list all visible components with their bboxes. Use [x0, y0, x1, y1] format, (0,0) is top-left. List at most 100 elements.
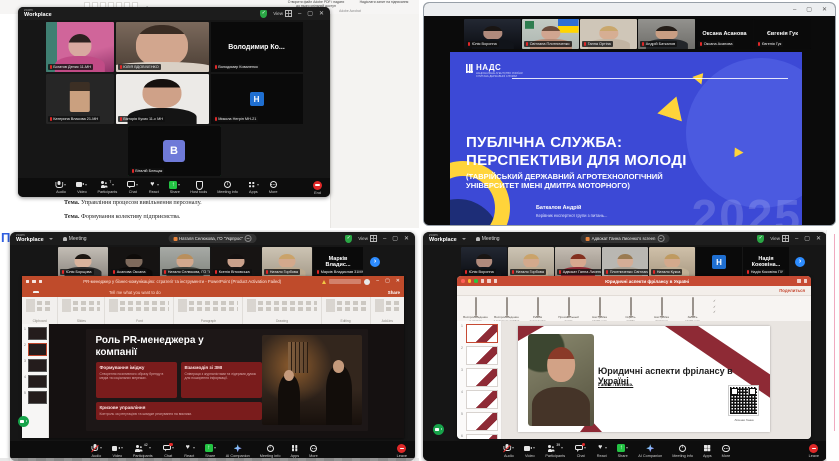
slide-thumbnail[interactable]: 3 — [24, 359, 47, 372]
chevron-down-icon[interactable] — [112, 184, 114, 186]
toolbar-button[interactable]: Chat — [127, 181, 138, 195]
close-button[interactable]: ✕ — [319, 11, 324, 17]
chevron-down-icon[interactable] — [178, 184, 180, 186]
toolbar-button[interactable]: Audio — [55, 181, 66, 195]
slide-thumbnail[interactable]: 5 — [24, 391, 47, 404]
chevron-down-icon[interactable] — [584, 447, 586, 449]
minimize-button[interactable]: – — [298, 11, 301, 17]
maximize-button[interactable]: ▢ — [385, 279, 390, 284]
slide-thumbnail[interactable]: 1 — [461, 324, 499, 343]
participant-tile[interactable]: Асанова Оксана — [109, 247, 159, 277]
slide-thumbnail[interactable]: 5 — [461, 412, 499, 431]
toolbar-button[interactable]: AI Companion — [226, 444, 250, 458]
redo-icon[interactable] — [39, 280, 42, 283]
security-shield-icon[interactable] — [757, 235, 764, 243]
ribbon-button[interactable]: Настройка времени — [647, 298, 676, 323]
next-participants-button[interactable] — [370, 257, 380, 267]
chevron-down-icon[interactable] — [533, 447, 535, 449]
toolbar-button[interactable]: AI Companion — [638, 444, 662, 458]
ribbon-tab[interactable] — [33, 291, 39, 293]
chevron-down-icon[interactable] — [100, 447, 102, 449]
ribbon-button[interactable]: Воспроизведение с начала — [461, 298, 490, 323]
chevron-down-icon[interactable] — [605, 447, 607, 449]
ribbon-tab[interactable] — [26, 291, 32, 293]
participant-tile[interactable]: Наталя Селюкова, ГО "Укрпрос" — [160, 247, 210, 277]
close-button[interactable]: ✕ — [816, 236, 821, 242]
toolbar-button[interactable]: 7 Participants — [97, 181, 117, 195]
participant-tile[interactable]: Ганна Ортіна — [580, 19, 637, 49]
close-button[interactable]: ✕ — [822, 7, 827, 13]
chevron-down-icon[interactable] — [121, 447, 123, 449]
close-button[interactable] — [461, 279, 465, 283]
ribbon-tab[interactable] — [40, 291, 46, 293]
participant-tile[interactable]: Світлана Плотниченко — [522, 19, 579, 49]
leave-meeting-button[interactable]: Leave — [809, 444, 819, 458]
screen-share-pill[interactable]: Адвокат Ганна Лисенко's screen — [581, 234, 670, 243]
meeting-tab[interactable]: Meeting — [63, 236, 87, 242]
chevron-down-icon[interactable] — [64, 184, 66, 186]
participant-tile[interactable]: Плотниченко Світлана — [602, 247, 648, 277]
chevron-down-icon[interactable] — [157, 184, 159, 186]
toolbar-button[interactable]: Video — [76, 181, 87, 195]
ribbon-tab[interactable] — [75, 291, 81, 293]
ribbon-group[interactable]: Drawing — [243, 297, 321, 324]
toolbar-button[interactable]: Meeting info — [260, 444, 281, 458]
toolbar-button[interactable]: React — [596, 444, 607, 458]
ribbon-tab[interactable] — [82, 291, 88, 293]
toolbar-button[interactable]: 42 Participants — [133, 444, 153, 458]
chevron-down-icon[interactable] — [561, 447, 563, 449]
ribbon-group[interactable]: Paragraph — [174, 297, 243, 324]
close-button[interactable]: ✕ — [396, 279, 400, 284]
view-button[interactable]: View — [358, 235, 377, 242]
save-icon[interactable] — [487, 279, 490, 282]
participant-tile[interactable]: ЮЛІЯ ВДОВІЧЕНКО — [116, 22, 209, 72]
toolbar-button[interactable]: Host tools — [190, 181, 207, 195]
maximize-button[interactable]: ▢ — [307, 11, 313, 17]
chevron-down-icon[interactable] — [626, 447, 628, 449]
ribbon-group[interactable]: Editing — [322, 297, 371, 324]
slide-thumbnail[interactable]: 2 — [461, 346, 499, 365]
participant-tile[interactable]: Володимир Ко... Володимир Коваленко — [211, 22, 303, 72]
chevron-down-icon[interactable] — [149, 447, 151, 449]
ribbon-group[interactable]: Add-ins — [371, 297, 404, 324]
participant-tile[interactable]: Н Микола Негрін МН-21 — [211, 74, 303, 124]
participant-tile[interactable]: Адвокат Ганна Лисенко — [555, 247, 601, 277]
quick-access-icon[interactable] — [26, 280, 29, 283]
participant-tile[interactable]: Євгенія Гук Євгенія Гук — [754, 19, 811, 49]
participant-tile[interactable]: Юлія Воронна — [464, 19, 521, 49]
participant-tile[interactable]: Вікторія Кусик 11-с МН — [116, 74, 209, 124]
leave-meeting-button[interactable]: Leave — [397, 444, 407, 458]
minimize-button[interactable]: – — [376, 279, 379, 284]
chevron-down-icon[interactable] — [172, 447, 174, 449]
share-button[interactable]: Share — [388, 290, 400, 295]
participant-tile[interactable]: Богатов Денис 11-МН — [46, 22, 114, 72]
participant-tile[interactable]: Оксана Асанова Оксана Асанова — [696, 19, 753, 49]
toolbar-button[interactable]: Apps — [248, 181, 259, 195]
participant-tile[interactable]: Андрій Баткалов — [638, 19, 695, 49]
toolbar-button[interactable]: React — [148, 181, 159, 195]
chevron-down-icon[interactable] — [214, 447, 216, 449]
end-meeting-button[interactable]: End — [313, 181, 322, 195]
self-camera-icon[interactable] — [18, 416, 29, 427]
ribbon-button[interactable]: Режим докладчика — [523, 298, 552, 323]
maximize-button[interactable]: ▢ — [806, 7, 812, 13]
chevron-down-icon[interactable] — [193, 447, 195, 449]
ribbon-tab[interactable] — [54, 291, 60, 293]
ribbon-group[interactable]: Clipboard — [22, 297, 58, 324]
toolbar-button[interactable]: Audio — [503, 444, 514, 458]
view-button[interactable]: View — [770, 235, 789, 242]
slide-thumbnail[interactable]: 4 — [461, 390, 499, 409]
close-button[interactable]: ✕ — [404, 236, 409, 242]
participant-tile[interactable]: Катерина Власова 21-МН — [46, 74, 114, 124]
security-shield-icon[interactable] — [345, 235, 352, 243]
screen-share-pill[interactable]: Наталя Селюкова, ГО "Укрпрос" — [168, 234, 257, 243]
account-avatar[interactable] — [364, 279, 370, 285]
toolbar-button[interactable]: Video — [524, 444, 535, 458]
self-camera-icon[interactable] — [433, 424, 444, 435]
ribbon-group[interactable]: Slides — [58, 297, 105, 324]
toolbar-button[interactable]: Share — [205, 444, 216, 458]
participant-tile[interactable]: Юлія Воронна — [461, 247, 507, 277]
chevron-down-icon[interactable] — [85, 184, 87, 186]
chevron-down-icon[interactable] — [512, 447, 514, 449]
toolbar-button[interactable]: Share — [169, 181, 180, 195]
